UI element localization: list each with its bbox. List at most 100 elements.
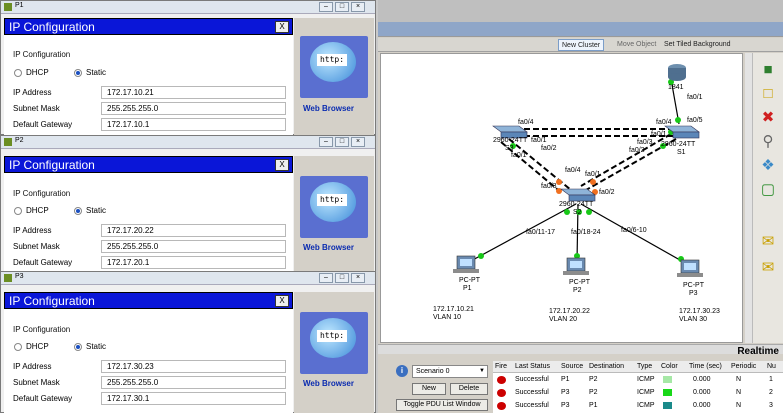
static-radio[interactable] xyxy=(74,69,82,77)
delete-scenario-button[interactable]: Delete xyxy=(450,383,488,395)
web-browser-label[interactable]: Web Browser xyxy=(303,104,354,113)
s3-model-label: 2960-24TT xyxy=(493,137,528,144)
type-cell: ICMP xyxy=(637,402,655,409)
info-icon[interactable]: i xyxy=(396,365,408,377)
pc-p3-icon[interactable] xyxy=(677,259,703,277)
subnet-mask-field[interactable]: 255.255.255.0 xyxy=(101,376,286,389)
desktop-apps: http: Web Browser xyxy=(294,292,374,413)
move-object-button[interactable]: Move Object xyxy=(614,39,659,51)
fire-icon[interactable] xyxy=(497,402,506,410)
web-browser-icon[interactable]: http: xyxy=(300,176,368,238)
add-simple-pdu-icon[interactable]: ✉ xyxy=(759,233,777,251)
window-titlebar[interactable]: P2 – □ × xyxy=(1,136,375,149)
set-tiled-background-button[interactable]: Set Tiled Background xyxy=(661,39,734,51)
column-header[interactable]: Color xyxy=(661,363,678,370)
type-cell: ICMP xyxy=(637,376,655,383)
close-window-button[interactable]: × xyxy=(351,2,365,12)
table-row[interactable]: Successful P3 P2 ICMP 0.000 N 2 xyxy=(493,387,783,399)
ip-address-field[interactable]: 172.17.20.22 xyxy=(101,224,286,237)
topology-canvas[interactable]: 1841 fa0/1 2960-24TT S1 fa0/4 fa0/5 fa0/… xyxy=(380,53,743,343)
close-window-button[interactable]: × xyxy=(351,273,365,283)
column-header[interactable]: Periodic xyxy=(731,363,756,370)
pc-p1-window: P1 – □ × IP Configuration X IP Configura… xyxy=(0,0,376,136)
ip-address-field[interactable]: 172.17.10.21 xyxy=(101,86,286,99)
fire-icon[interactable] xyxy=(497,389,506,397)
link-s1-s2-b xyxy=(580,133,672,187)
table-row[interactable]: Successful P3 P1 ICMP 0.000 N 3 xyxy=(493,400,783,412)
router-icon[interactable] xyxy=(668,64,686,81)
web-browser-icon[interactable]: http: xyxy=(300,36,368,98)
close-panel-button[interactable]: X xyxy=(275,159,289,171)
pc-p2-icon[interactable] xyxy=(563,257,589,275)
minimize-button[interactable]: – xyxy=(319,137,333,147)
window-titlebar[interactable]: P1 – □ × xyxy=(1,1,375,14)
table-row[interactable]: Successful P1 P2 ICMP 0.000 N 1 xyxy=(493,374,783,386)
static-label: Static xyxy=(86,68,107,77)
subnet-mask-field[interactable]: 255.255.255.0 xyxy=(101,240,286,253)
web-browser-label[interactable]: Web Browser xyxy=(303,243,354,252)
close-panel-button[interactable]: X xyxy=(275,295,289,307)
fire-icon[interactable] xyxy=(497,376,506,384)
pc-vlan-label: VLAN 20 xyxy=(549,316,577,323)
time-cell: 0.000 xyxy=(693,376,711,383)
scenario-select[interactable]: Scenario 0 ▼ xyxy=(412,365,488,378)
column-header[interactable]: Nu xyxy=(767,363,776,370)
realtime-mode-label[interactable]: Realtime xyxy=(737,346,779,357)
column-header[interactable]: Destination xyxy=(589,363,624,370)
pc-vlan-label: VLAN 30 xyxy=(679,316,707,323)
minimize-button[interactable]: – xyxy=(319,2,333,12)
s1-port-label: fa0/5 xyxy=(687,117,703,124)
panel-title: IP Configuration xyxy=(9,158,95,172)
source-cell: P1 xyxy=(561,376,570,383)
pc-p1-icon[interactable] xyxy=(453,255,479,273)
section-label: IP Configuration xyxy=(13,50,71,59)
select-tool-icon[interactable]: ■ xyxy=(759,61,777,79)
maximize-button[interactable]: □ xyxy=(335,2,349,12)
panel-titlebar: IP Configuration X xyxy=(4,18,293,35)
horizontal-scrollbar[interactable] xyxy=(378,344,783,354)
vertical-scrollbar[interactable] xyxy=(745,53,753,343)
default-gateway-field[interactable]: 172.17.10.1 xyxy=(101,118,286,131)
static-radio[interactable] xyxy=(74,207,82,215)
note-tool-icon[interactable]: □ xyxy=(759,85,777,103)
web-browser-label[interactable]: Web Browser xyxy=(303,379,354,388)
default-gateway-field[interactable]: 172.17.30.1 xyxy=(101,392,286,405)
close-panel-button[interactable]: X xyxy=(275,21,289,33)
section-label: IP Configuration xyxy=(13,189,71,198)
subnet-mask-field[interactable]: 255.255.255.0 xyxy=(101,102,286,115)
subnet-mask-label: Subnet Mask xyxy=(13,242,60,251)
dhcp-radio[interactable] xyxy=(14,343,22,351)
column-header[interactable]: Time (sec) xyxy=(689,363,722,370)
minimize-button[interactable]: – xyxy=(319,273,333,283)
static-radio[interactable] xyxy=(74,343,82,351)
dhcp-radio[interactable] xyxy=(14,69,22,77)
static-label: Static xyxy=(86,342,107,351)
resize-tool-icon[interactable]: ❖ xyxy=(759,157,777,175)
scenario-panel: i Scenario 0 ▼ New Delete Toggle PDU Lis… xyxy=(392,361,490,413)
toggle-pdu-list-button[interactable]: Toggle PDU List Window xyxy=(396,399,488,411)
dhcp-radio[interactable] xyxy=(14,207,22,215)
inspect-tool-icon[interactable]: ⚲ xyxy=(759,133,777,151)
column-header[interactable]: Last Status xyxy=(515,363,550,370)
new-scenario-button[interactable]: New xyxy=(412,383,446,395)
pc-type-label: PC-PT xyxy=(459,277,481,284)
window-titlebar[interactable]: P3 – □ × xyxy=(1,272,375,285)
add-complex-pdu-icon[interactable]: ✉ xyxy=(759,259,777,277)
column-header[interactable]: Source xyxy=(561,363,583,370)
close-window-button[interactable]: × xyxy=(351,137,365,147)
subnet-mask-label: Subnet Mask xyxy=(13,104,60,113)
web-browser-icon[interactable]: http: xyxy=(300,312,368,374)
destination-cell: P2 xyxy=(589,376,598,383)
num-cell: 1 xyxy=(769,376,773,383)
column-header[interactable]: Type xyxy=(637,363,652,370)
delete-tool-icon[interactable]: ✖ xyxy=(759,109,777,127)
switch-s2-icon[interactable] xyxy=(560,188,596,202)
draw-tool-icon[interactable]: ▢ xyxy=(759,181,777,199)
new-cluster-button[interactable]: New Cluster xyxy=(558,39,605,51)
maximize-button[interactable]: □ xyxy=(335,273,349,283)
column-header[interactable]: Fire xyxy=(495,363,507,370)
default-gateway-field[interactable]: 172.17.20.1 xyxy=(101,256,286,269)
default-gateway-label: Default Gateway xyxy=(13,120,73,129)
ip-address-field[interactable]: 172.17.30.23 xyxy=(101,360,286,373)
maximize-button[interactable]: □ xyxy=(335,137,349,147)
